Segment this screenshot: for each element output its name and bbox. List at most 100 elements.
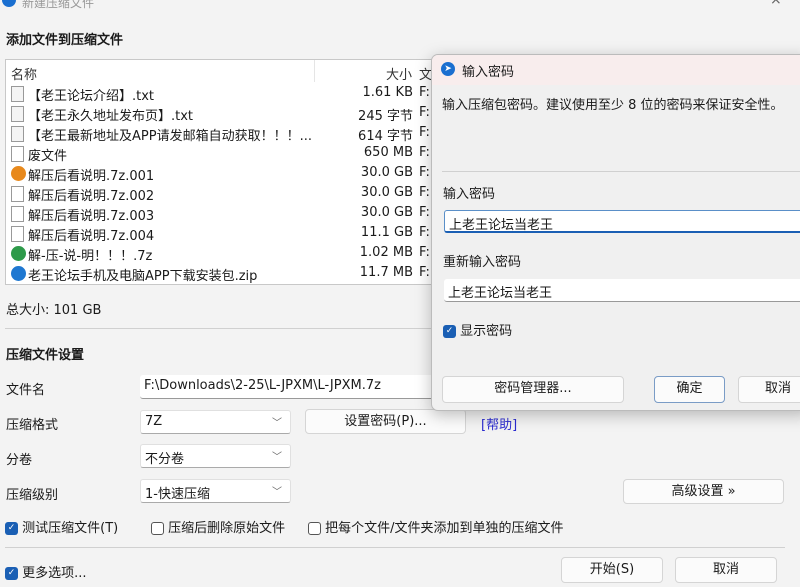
file-row[interactable]: 【老王最新地址及APP请发邮箱自动获取！！！... 614 字节 F: bbox=[6, 124, 446, 144]
file-row[interactable]: 解压后看说明.7z.002 30.0 GB F: bbox=[6, 184, 446, 204]
password-dialog: ➤ 输入密码 输入压缩包密码。建议使用至少 8 位的密码来保证安全性。 输入密码… bbox=[431, 54, 800, 411]
chevron-down-icon: ﹀ bbox=[272, 487, 282, 498]
file-path: F: bbox=[419, 265, 430, 280]
text-file-icon bbox=[11, 106, 24, 122]
delete-after-label: 压缩后删除原始文件 bbox=[168, 521, 286, 536]
file-name: 【老王论坛介绍】.txt bbox=[28, 89, 155, 104]
file-path: F: bbox=[419, 165, 430, 180]
separate-archives-checkbox[interactable]: 把每个文件/文件夹添加到单独的压缩文件 bbox=[308, 517, 564, 536]
password-label: 输入密码 bbox=[443, 187, 496, 202]
blank-file-icon bbox=[11, 206, 24, 222]
file-path: F: bbox=[419, 105, 430, 120]
password-manager-button[interactable]: 密码管理器... bbox=[442, 376, 624, 403]
dialog-title: 输入密码 bbox=[462, 65, 515, 80]
cancel-button[interactable]: 取消 bbox=[675, 557, 777, 583]
dialog-description: 输入压缩包密码。建议使用至少 8 位的密码来保证安全性。 bbox=[442, 98, 784, 113]
file-row[interactable]: 废文件 650 MB F: bbox=[6, 144, 446, 164]
file-path: F: bbox=[419, 225, 430, 240]
file-size: 30.0 GB bbox=[360, 205, 413, 220]
test-checkbox[interactable]: ✓ 测试压缩文件(T) bbox=[5, 517, 118, 536]
file-path: F: bbox=[419, 185, 430, 200]
file-size: 30.0 GB bbox=[360, 185, 413, 200]
file-path: F: bbox=[419, 145, 430, 160]
level-select[interactable]: 1-快速压缩 ﹀ bbox=[140, 479, 291, 503]
more-options-checkbox[interactable]: ✓ 更多选项... bbox=[5, 562, 87, 581]
total-size: 总大小: 101 GB bbox=[6, 303, 102, 318]
checkbox-unchecked-icon bbox=[308, 522, 321, 535]
file-size: 1.61 KB bbox=[362, 85, 413, 100]
split-label: 分卷 bbox=[6, 453, 33, 468]
text-file-icon bbox=[11, 126, 24, 142]
password-input[interactable]: 上老王论坛当老王 bbox=[444, 210, 800, 233]
file-row[interactable]: 老王论坛手机及电脑APP下载安装包.zip 11.7 MB F: bbox=[6, 264, 446, 284]
file-name: 【老王最新地址及APP请发邮箱自动获取！！！... bbox=[28, 129, 312, 144]
file-size: 11.1 GB bbox=[360, 225, 413, 240]
checkbox-checked-icon: ✓ bbox=[5, 567, 18, 580]
test-label: 测试压缩文件(T) bbox=[22, 521, 119, 536]
start-button[interactable]: 开始(S) bbox=[561, 557, 663, 583]
app-icon bbox=[2, 0, 16, 7]
filename-label: 文件名 bbox=[6, 383, 46, 398]
divider bbox=[5, 328, 435, 329]
file-path: F: bbox=[419, 245, 430, 260]
confirm-password-input[interactable]: 上老王论坛当老王 bbox=[444, 279, 800, 302]
file-row[interactable]: 解压后看说明.7z.004 11.1 GB F: bbox=[6, 224, 446, 244]
file-name: 老王论坛手机及电脑APP下载安装包.zip bbox=[28, 269, 258, 284]
file-row[interactable]: 解压后看说明.7z.003 30.0 GB F: bbox=[6, 204, 446, 224]
split-value: 不分卷 bbox=[145, 452, 185, 467]
column-header-name[interactable]: 名称 bbox=[11, 64, 37, 83]
separate-label: 把每个文件/文件夹添加到单独的压缩文件 bbox=[325, 521, 564, 536]
ok-button[interactable]: 确定 bbox=[654, 376, 725, 403]
help-link[interactable]: [帮助] bbox=[481, 414, 517, 433]
format-value: 7Z bbox=[145, 414, 163, 429]
delete-after-checkbox[interactable]: 压缩后删除原始文件 bbox=[151, 517, 285, 536]
checkbox-checked-icon: ✓ bbox=[443, 325, 456, 338]
file-name: 解压后看说明.7z.001 bbox=[28, 169, 155, 184]
app-icon: ➤ bbox=[441, 62, 455, 76]
chevron-down-icon: ﹀ bbox=[272, 418, 282, 429]
column-header-size[interactable]: 大小 bbox=[386, 64, 412, 83]
file-name: 解-压-说-明！！！.7z bbox=[28, 249, 153, 264]
file-size: 30.0 GB bbox=[360, 165, 413, 180]
text-file-icon bbox=[11, 86, 24, 102]
file-path: F: bbox=[419, 85, 430, 100]
show-password-label: 显示密码 bbox=[460, 324, 513, 339]
split-select[interactable]: 不分卷 ﹀ bbox=[140, 444, 291, 468]
file-name: 解压后看说明.7z.004 bbox=[28, 229, 155, 244]
format-select[interactable]: 7Z ﹀ bbox=[140, 410, 291, 434]
file-path: F: bbox=[419, 125, 430, 140]
file-row[interactable]: 【老王永久地址发布页】.txt 245 字节 F: bbox=[6, 104, 446, 124]
file-size: 1.02 MB bbox=[359, 245, 413, 260]
checkbox-unchecked-icon bbox=[151, 522, 164, 535]
divider bbox=[442, 171, 800, 172]
file-name: 【老王永久地址发布页】.txt bbox=[28, 109, 194, 124]
archive-001-icon bbox=[11, 166, 26, 181]
file-row[interactable]: 【老王论坛介绍】.txt 1.61 KB F: bbox=[6, 84, 446, 104]
file-list[interactable]: 名称 大小 文 【老王论坛介绍】.txt 1.61 KB F: 【老王永久地址发布页】… bbox=[5, 59, 445, 285]
blank-file-icon bbox=[11, 186, 24, 202]
advanced-settings-button[interactable]: 高级设置 » bbox=[623, 479, 784, 504]
file-name: 解压后看说明.7z.003 bbox=[28, 209, 155, 224]
file-name: 解压后看说明.7z.002 bbox=[28, 189, 155, 204]
level-label: 压缩级别 bbox=[6, 488, 59, 503]
show-password-checkbox[interactable]: ✓ 显示密码 bbox=[443, 320, 512, 339]
filename-input[interactable]: F:\Downloads\2-25\L-JPXM\L-JPXM.7z bbox=[140, 375, 440, 399]
checkbox-checked-icon: ✓ bbox=[5, 522, 18, 535]
file-size: 11.7 MB bbox=[359, 265, 413, 280]
set-password-button[interactable]: 设置密码(P)... bbox=[305, 409, 466, 434]
archive-7z-icon bbox=[11, 246, 26, 261]
divider bbox=[5, 547, 785, 548]
file-row[interactable]: 解-压-说-明！！！.7z 1.02 MB F: bbox=[6, 244, 446, 264]
file-name: 废文件 bbox=[28, 149, 68, 164]
file-row[interactable]: 解压后看说明.7z.001 30.0 GB F: bbox=[6, 164, 446, 184]
dialog-titlebar: ➤ 输入密码 bbox=[432, 55, 800, 85]
blank-file-icon bbox=[11, 146, 24, 162]
file-size: 650 MB bbox=[363, 145, 413, 160]
file-size: 245 字节 bbox=[358, 109, 413, 124]
archive-zip-icon bbox=[11, 266, 26, 281]
window-title: 新建压缩文件 bbox=[22, 0, 95, 10]
file-path: F: bbox=[419, 205, 430, 220]
section-add-heading: 添加文件到压缩文件 bbox=[6, 33, 124, 48]
close-icon[interactable]: × bbox=[770, 0, 782, 8]
dialog-cancel-button[interactable]: 取消 bbox=[738, 376, 800, 403]
